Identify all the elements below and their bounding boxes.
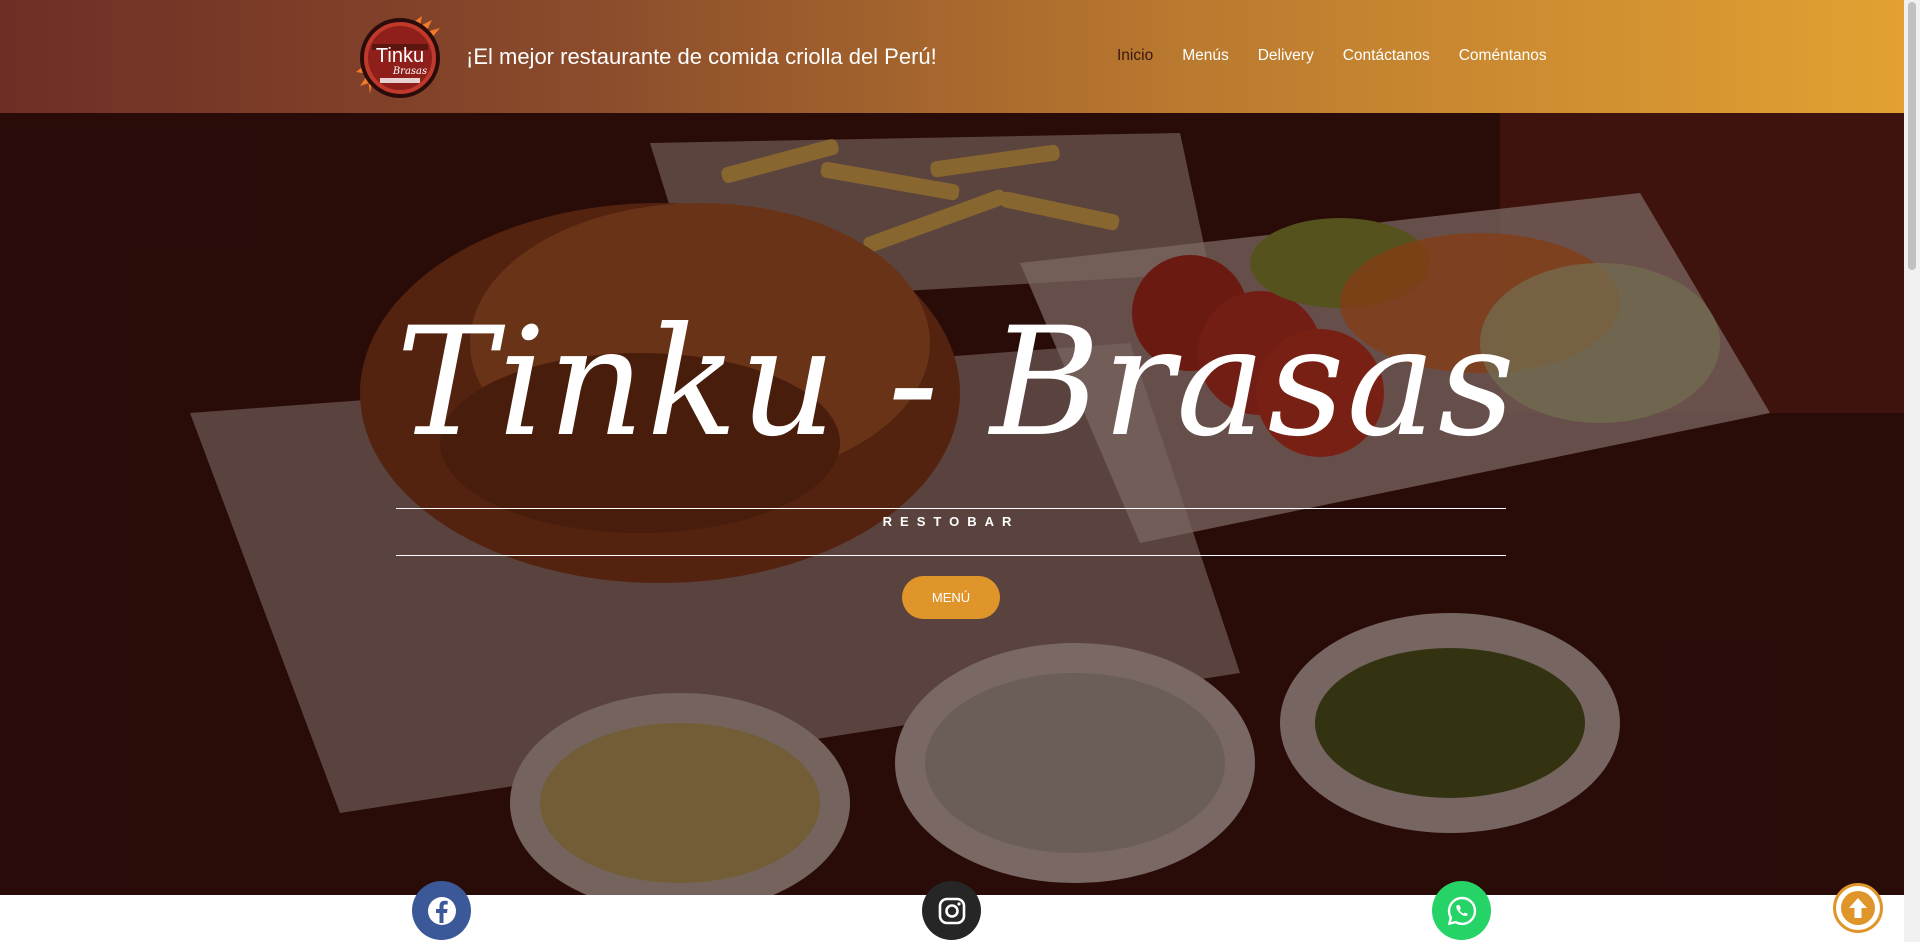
hero-overlay	[0, 113, 1904, 895]
nav-contactanos[interactable]: Contáctanos	[1343, 47, 1430, 65]
instagram-icon	[938, 897, 965, 924]
main-nav: Inicio Menús Delivery Contáctanos Comént…	[1117, 47, 1576, 65]
whatsapp-icon	[1447, 896, 1476, 925]
hero-subtitle: RESTOBAR	[882, 514, 1020, 529]
whatsapp-button[interactable]	[1432, 881, 1491, 940]
facebook-button[interactable]	[412, 881, 471, 940]
hero-top-divider	[396, 508, 1506, 509]
svg-text:Brasas: Brasas	[392, 66, 427, 77]
site-tagline: ¡El mejor restaurante de comida criolla …	[466, 44, 937, 69]
arrow-up-circle-icon	[1841, 891, 1875, 925]
tinku-brasas-logo[interactable]: Tinku Brasas	[352, 14, 450, 100]
site-header: Tinku Brasas ¡El mejor restaurante de co…	[0, 0, 1904, 113]
hero-title: Tinku - Brasas	[396, 296, 1517, 470]
hero-section	[0, 113, 1904, 895]
nav-comentanos[interactable]: Coméntanos	[1459, 47, 1547, 65]
svg-text:Tinku: Tinku	[376, 45, 424, 67]
hero-bottom-divider	[396, 555, 1506, 556]
menu-button[interactable]: MENÚ	[902, 576, 1000, 619]
nav-menus[interactable]: Menús	[1182, 47, 1229, 65]
back-to-top-button[interactable]	[1833, 883, 1883, 933]
facebook-icon	[427, 896, 456, 925]
scrollbar-thumb[interactable]	[1908, 2, 1916, 270]
instagram-button[interactable]	[922, 881, 981, 940]
page-scrollbar[interactable]	[1904, 0, 1920, 942]
nav-delivery[interactable]: Delivery	[1258, 47, 1314, 65]
nav-inicio[interactable]: Inicio	[1117, 47, 1153, 65]
